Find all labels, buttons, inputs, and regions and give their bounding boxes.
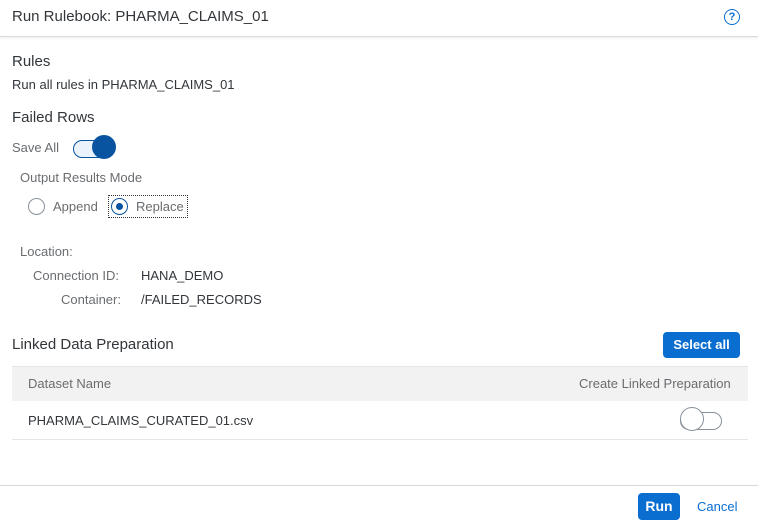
column-header-dataset: Dataset Name [28,376,112,391]
table-row: PHARMA_CLAIMS_CURATED_01.csv [12,401,748,440]
append-label[interactable]: Append [53,199,98,214]
save-all-label: Save All [12,140,59,155]
dialog-footer: Run Cancel [0,485,758,524]
column-header-create: Create Linked Preparation [579,376,731,391]
connection-id-label: Connection ID: [33,268,119,283]
dialog-header: Run Rulebook: PHARMA_CLAIMS_01 ? [0,0,758,37]
select-all-button[interactable]: Select all [663,332,740,358]
failed-rows-heading: Failed Rows [12,109,95,126]
container-value: /FAILED_RECORDS [141,292,262,307]
help-icon[interactable]: ? [724,9,740,25]
rules-description: Run all rules in PHARMA_CLAIMS_01 [12,77,235,92]
replace-label[interactable]: Replace [136,199,184,214]
location-heading: Location: [20,244,73,259]
connection-id-value: HANA_DEMO [141,268,224,283]
dataset-name: PHARMA_CLAIMS_CURATED_01.csv [28,413,254,428]
save-all-switch[interactable] [73,135,117,159]
switch-knob [92,135,116,159]
switch-knob [680,407,704,431]
container-label: Container: [61,292,121,307]
run-button[interactable]: Run [638,493,680,520]
table-header: Dataset Name Create Linked Preparation [12,366,748,402]
append-radio[interactable] [28,198,45,215]
output-mode-label: Output Results Mode [20,170,143,185]
cancel-button[interactable]: Cancel [697,499,737,514]
rules-heading: Rules [12,53,51,70]
replace-radio[interactable] [111,198,128,215]
create-linked-preparation-switch[interactable] [680,407,724,433]
linked-data-heading: Linked Data Preparation [12,336,174,353]
dialog-title: Run Rulebook: PHARMA_CLAIMS_01 [12,8,269,25]
